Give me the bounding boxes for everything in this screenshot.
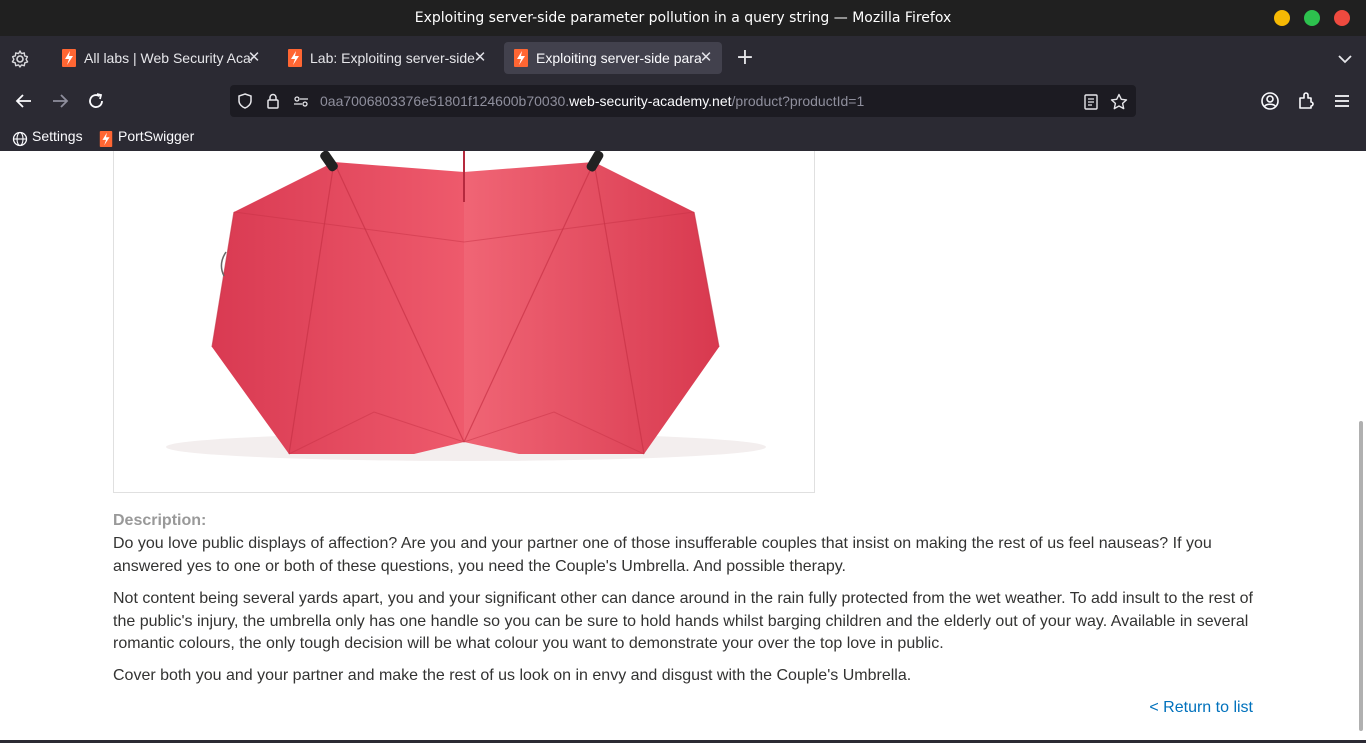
- tab-strip: All labs | Web Security Academy ✕ Lab: E…: [0, 36, 1366, 80]
- window-titlebar: Exploiting server-side parameter polluti…: [0, 0, 1366, 36]
- page-scrollbar[interactable]: [1359, 421, 1363, 731]
- maximize-button[interactable]: [1304, 10, 1320, 26]
- description-paragraph: Not content being several yards apart, y…: [113, 590, 1253, 652]
- tab-active-product[interactable]: Exploiting server-side parameter polluti…: [504, 42, 722, 74]
- globe-icon: [12, 128, 28, 147]
- tab-lab[interactable]: Lab: Exploiting server-side parameter po…: [278, 42, 496, 74]
- description-paragraph: Do you love public displays of affection…: [113, 535, 1212, 575]
- portswigger-icon: [98, 128, 114, 147]
- window-title: Exploiting server-side parameter polluti…: [414, 10, 952, 26]
- new-tab-button[interactable]: +: [734, 47, 756, 69]
- chevron-down-icon[interactable]: [1336, 50, 1354, 68]
- hamburger-menu-icon[interactable]: [1331, 90, 1353, 112]
- close-icon[interactable]: ✕: [698, 49, 714, 67]
- bookmark-star-icon[interactable]: [1110, 93, 1128, 111]
- bookmarks-toolbar: Settings PortSwigger: [0, 122, 1366, 151]
- page-content: Description: Do you love public displays…: [0, 151, 1366, 743]
- tab-label: Exploiting server-side parameter polluti…: [536, 50, 702, 66]
- close-window-button[interactable]: [1334, 10, 1350, 26]
- product-image: [113, 151, 815, 493]
- tab-label: Lab: Exploiting server-side parameter po…: [310, 50, 478, 66]
- portswigger-icon: [288, 49, 302, 67]
- lock-icon[interactable]: [264, 93, 282, 109]
- url-text[interactable]: 0aa7006803376e51801f124600b70030.web-sec…: [320, 85, 864, 117]
- reader-view-icon[interactable]: [1082, 93, 1100, 111]
- tab-label: All labs | Web Security Academy: [84, 50, 252, 66]
- extensions-icon[interactable]: [1295, 90, 1317, 112]
- close-icon[interactable]: ✕: [246, 49, 262, 67]
- minimize-button[interactable]: [1274, 10, 1290, 26]
- return-to-list-link[interactable]: < Return to list: [1149, 699, 1253, 717]
- bookmark-label: PortSwigger: [118, 128, 195, 144]
- shield-icon[interactable]: [236, 93, 254, 109]
- permissions-icon[interactable]: [292, 93, 310, 109]
- reload-icon[interactable]: [85, 90, 107, 112]
- gear-icon[interactable]: [10, 49, 30, 69]
- tab-all-labs[interactable]: All labs | Web Security Academy ✕: [52, 42, 270, 74]
- account-icon[interactable]: [1259, 90, 1281, 112]
- back-arrow-icon[interactable]: [13, 90, 35, 112]
- description-paragraph: Cover both you and your partner and make…: [113, 667, 912, 684]
- url-bar[interactable]: 0aa7006803376e51801f124600b70030.web-sec…: [230, 85, 1136, 117]
- navigation-toolbar: 0aa7006803376e51801f124600b70030.web-sec…: [0, 80, 1366, 122]
- portswigger-icon: [514, 49, 528, 67]
- forward-arrow-icon[interactable]: [49, 90, 71, 112]
- close-icon[interactable]: ✕: [472, 49, 488, 67]
- description-heading: Description:: [113, 512, 207, 529]
- portswigger-icon: [62, 49, 76, 67]
- bookmark-label: Settings: [32, 128, 83, 144]
